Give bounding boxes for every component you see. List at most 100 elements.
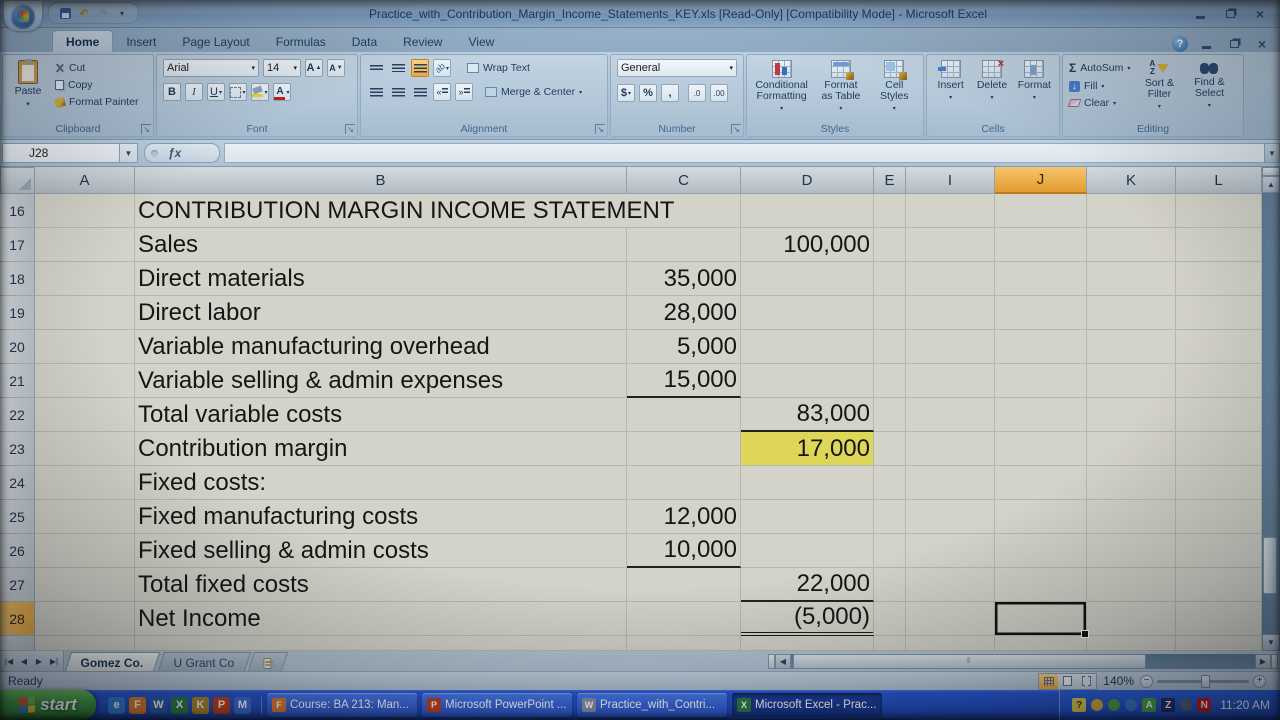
cell-L29[interactable] [1176, 636, 1262, 651]
cell-B16[interactable]: CONTRIBUTION MARGIN INCOME STATEMENT [135, 194, 627, 228]
orientation-button[interactable]: ab▾ [433, 59, 451, 77]
cell-E18[interactable] [874, 262, 906, 296]
cell-B29[interactable] [135, 636, 627, 651]
cell-D24[interactable] [741, 466, 874, 500]
cell-L27[interactable] [1176, 568, 1262, 602]
close-button[interactable]: × [1250, 7, 1270, 21]
scroll-left-button[interactable]: ◀ [775, 654, 791, 669]
cell-L16[interactable] [1176, 194, 1262, 228]
align-middle-button[interactable] [389, 59, 407, 77]
cell-K27[interactable] [1087, 568, 1176, 602]
cell-B18[interactable]: Direct materials [135, 262, 627, 296]
zoom-in-button[interactable]: + [1253, 675, 1266, 688]
key-icon[interactable]: K [192, 697, 209, 714]
tab-view[interactable]: View [455, 31, 507, 52]
cell-L21[interactable] [1176, 364, 1262, 398]
row-header-17[interactable]: 17 [0, 228, 35, 262]
formula-bar-expand-button[interactable]: ▼ [1264, 143, 1280, 163]
first-sheet-button[interactable]: |◀ [2, 654, 16, 668]
cell-I25[interactable] [906, 500, 995, 534]
normal-view-button[interactable] [1039, 674, 1058, 689]
cell-D23[interactable]: 17,000 [741, 432, 874, 466]
row-header-16[interactable]: 16 [0, 194, 35, 228]
antivirus-icon[interactable]: A [1142, 698, 1156, 712]
accounting-format-button[interactable]: $▾ [617, 84, 635, 102]
cell-D18[interactable] [741, 262, 874, 296]
cell-A28[interactable] [35, 602, 135, 636]
office-button[interactable] [4, 1, 42, 31]
cell-A17[interactable] [35, 228, 135, 262]
cell-L24[interactable] [1176, 466, 1262, 500]
cell-E17[interactable] [874, 228, 906, 262]
next-sheet-button[interactable]: ▶ [32, 654, 46, 668]
horizontal-scroll-track[interactable]: ⦀ [791, 654, 1255, 669]
paste-button[interactable]: Paste ▾ [7, 58, 49, 112]
n-icon[interactable]: N [1197, 698, 1211, 712]
cell-K16[interactable] [1087, 194, 1176, 228]
cell-C23[interactable] [627, 432, 741, 466]
ie-icon[interactable]: e [108, 697, 125, 714]
cell-B23[interactable]: Contribution margin [135, 432, 627, 466]
cell-A26[interactable] [35, 534, 135, 568]
page-layout-view-button[interactable] [1058, 674, 1077, 689]
vertical-scroll-thumb[interactable] [1263, 537, 1277, 594]
row-header-26[interactable]: 26 [0, 534, 35, 568]
cell-I21[interactable] [906, 364, 995, 398]
cell-I16[interactable] [906, 194, 995, 228]
insert-function-button[interactable]: ƒx [168, 146, 181, 160]
cell-J22[interactable] [995, 398, 1087, 432]
powerpoint-icon[interactable]: P [213, 697, 230, 714]
cell-I29[interactable] [906, 636, 995, 651]
cell-K19[interactable] [1087, 296, 1176, 330]
cell-J21[interactable] [995, 364, 1087, 398]
clear-button[interactable]: Clear ▾ [1067, 96, 1132, 110]
cell-K23[interactable] [1087, 432, 1176, 466]
cell-J20[interactable] [995, 330, 1087, 364]
row-header-22[interactable]: 22 [0, 398, 35, 432]
font-size-combo[interactable]: 14▾ [263, 59, 301, 77]
cell-A19[interactable] [35, 296, 135, 330]
cell-E28[interactable] [874, 602, 906, 636]
cell-L26[interactable] [1176, 534, 1262, 568]
cell-K25[interactable] [1087, 500, 1176, 534]
column-header-D[interactable]: D [741, 167, 874, 194]
cell-D29[interactable] [741, 636, 874, 651]
cell-A24[interactable] [35, 466, 135, 500]
scroll-down-button[interactable]: ▼ [1262, 634, 1280, 651]
cell-A29[interactable] [35, 636, 135, 651]
cell-J16[interactable] [995, 194, 1087, 228]
cell-I20[interactable] [906, 330, 995, 364]
cell-E24[interactable] [874, 466, 906, 500]
save-button[interactable] [57, 5, 73, 21]
cell-J17[interactable] [995, 228, 1087, 262]
column-header-L[interactable]: L [1176, 167, 1262, 194]
cell-A22[interactable] [35, 398, 135, 432]
cell-E29[interactable] [874, 636, 906, 651]
cell-L28[interactable] [1176, 602, 1262, 636]
word-icon[interactable]: W [150, 697, 167, 714]
align-top-button[interactable] [367, 59, 385, 77]
taskbar-window-excel-icon[interactable]: XMicrosoft Excel - Prac... [732, 693, 882, 717]
column-header-J[interactable]: J [995, 167, 1087, 194]
cell-I23[interactable] [906, 432, 995, 466]
cell-B24[interactable]: Fixed costs: [135, 466, 627, 500]
cell-E22[interactable] [874, 398, 906, 432]
cell-C26[interactable]: 10,000 [627, 534, 741, 568]
cell-E27[interactable] [874, 568, 906, 602]
undo-button[interactable]: ↶ [76, 5, 92, 21]
column-header-I[interactable]: I [906, 167, 995, 194]
cell-K24[interactable] [1087, 466, 1176, 500]
format-as-table-button[interactable]: Format as Table ▾ [814, 58, 867, 121]
merge-center-button[interactable]: Merge & Center ▾ [483, 85, 584, 99]
cell-K21[interactable] [1087, 364, 1176, 398]
vertical-scroll-track[interactable] [1262, 193, 1280, 634]
cell-I24[interactable] [906, 466, 995, 500]
font-dialog-launcher[interactable]: ↘ [345, 124, 355, 134]
cell-J26[interactable] [995, 534, 1087, 568]
vertical-scrollbar[interactable]: ▲ ▼ [1262, 167, 1280, 651]
cell-D16[interactable] [741, 194, 874, 228]
align-center-button[interactable] [389, 83, 407, 101]
redo-button[interactable]: ↷ [95, 5, 111, 21]
cell-C22[interactable] [627, 398, 741, 432]
delete-cells-button[interactable]: × Delete ▾ [972, 58, 1011, 121]
